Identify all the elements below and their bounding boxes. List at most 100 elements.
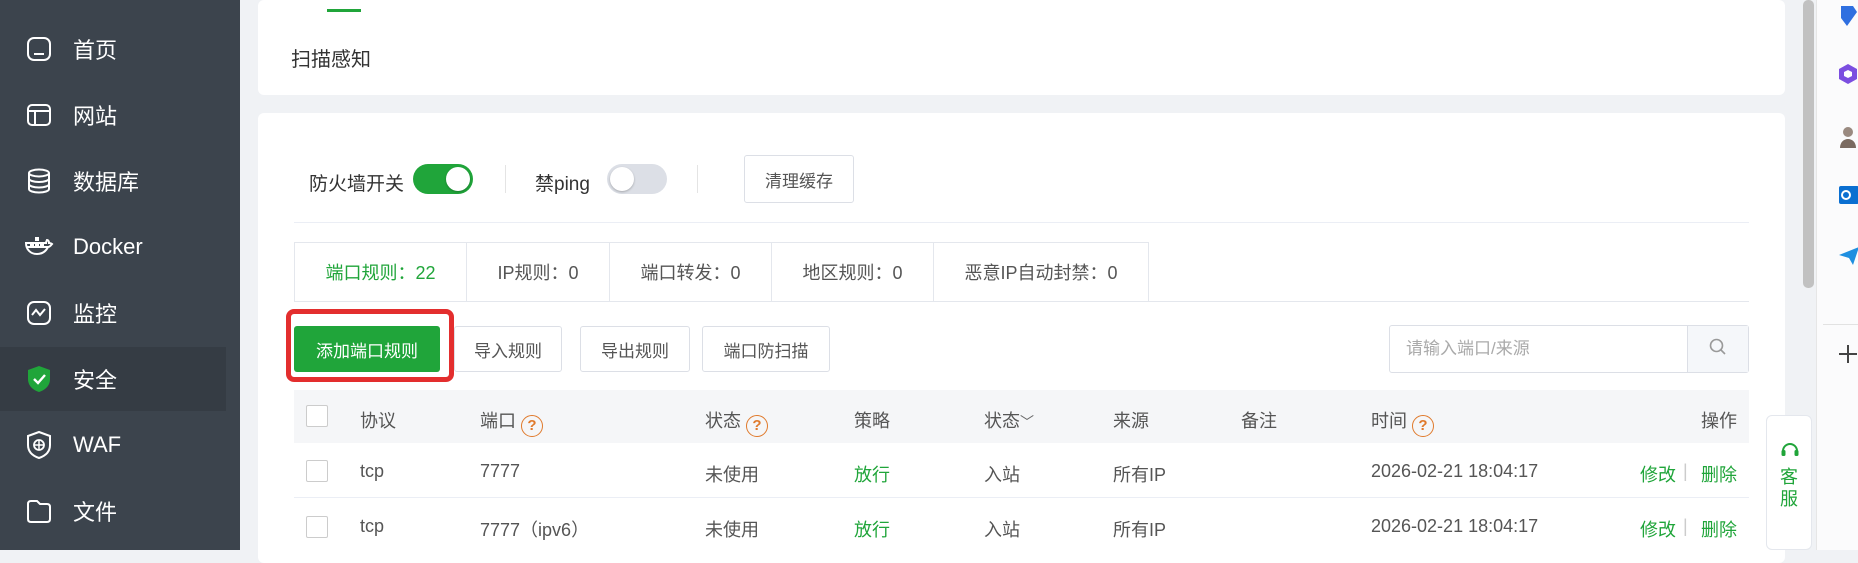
- sidebar-item-label: 网站: [73, 104, 118, 129]
- edit-link[interactable]: 修改: [1640, 516, 1676, 542]
- search-button[interactable]: [1687, 326, 1748, 372]
- col-direction[interactable]: 状态﹀: [984, 407, 1034, 433]
- sidebar: 首页 网站 数据库 Docker 监控 安全 WAF 文件: [0, 0, 240, 550]
- tab-malicious-ip-ban[interactable]: 恶意IP自动封禁：0: [934, 243, 1148, 301]
- divider: [697, 165, 698, 193]
- sidebar-item-label: Docker: [73, 234, 143, 259]
- clear-cache-button[interactable]: 清理缓存: [744, 155, 854, 203]
- sidebar-item-docker[interactable]: Docker: [0, 215, 226, 279]
- ping-switch[interactable]: [607, 164, 667, 194]
- tab-region-rules[interactable]: 地区规则：0: [772, 243, 934, 301]
- row-checkbox[interactable]: [306, 516, 328, 538]
- select-all-checkbox[interactable]: [306, 405, 328, 427]
- sidebar-item-website[interactable]: 网站: [0, 83, 226, 147]
- send-icon[interactable]: [1837, 245, 1858, 272]
- ops-separator: |: [1683, 461, 1688, 481]
- cell-protocol: tcp: [360, 461, 385, 481]
- col-port-label: 端口: [480, 411, 516, 431]
- sidebar-item-waf[interactable]: WAF: [0, 413, 226, 477]
- section-divider: [294, 222, 1749, 223]
- sidebar-item-label: 安全: [73, 368, 118, 393]
- sidebar-item-home[interactable]: 首页: [0, 17, 226, 81]
- help-icon[interactable]: ?: [1412, 414, 1434, 437]
- ops-separator: |: [1683, 516, 1688, 536]
- monitor-icon: [24, 298, 54, 328]
- ping-switch-label: 禁ping: [535, 174, 590, 195]
- sidebar-item-label: WAF: [73, 432, 122, 457]
- cell-time: 2026-02-21 18:04:17: [1371, 516, 1539, 536]
- docker-icon: [24, 232, 54, 262]
- chevron-down-icon: ﹀: [1020, 414, 1034, 430]
- tabs-underline: [294, 301, 1749, 302]
- delete-link[interactable]: 删除: [1701, 516, 1737, 542]
- sidebar-item-monitor[interactable]: 监控: [0, 281, 226, 345]
- sidebar-item-label: 监控: [73, 302, 118, 327]
- database-icon: [24, 166, 54, 196]
- home-icon: [24, 34, 54, 64]
- col-time: 时间?: [1371, 407, 1434, 437]
- search-input[interactable]: [1390, 326, 1688, 372]
- cell-source: 所有IP: [1113, 465, 1167, 485]
- sidebar-item-security[interactable]: 安全: [0, 347, 226, 411]
- switch-knob: [446, 167, 470, 191]
- tab-port-forward[interactable]: 端口转发：0: [610, 243, 772, 301]
- search-icon: [1708, 337, 1728, 362]
- row-checkbox[interactable]: [306, 460, 328, 482]
- cell-status: 未使用: [705, 465, 759, 485]
- col-ops: 操作: [1701, 411, 1737, 431]
- port-anti-scan-button[interactable]: 端口防扫描: [702, 326, 830, 372]
- cell-port: 7777（ipv6）: [480, 520, 590, 540]
- tab-ip-rules[interactable]: IP规则：0: [467, 243, 610, 301]
- cell-policy: 放行: [854, 520, 890, 540]
- firewall-switch-label: 防火墙开关: [309, 174, 405, 195]
- cell-protocol: tcp: [360, 516, 385, 536]
- switch-knob: [610, 167, 634, 191]
- headset-icon: [1779, 439, 1801, 466]
- sidebar-item-files[interactable]: 文件: [0, 479, 226, 543]
- tab-indicator: [327, 9, 361, 12]
- copilot-icon[interactable]: [1837, 62, 1858, 91]
- edit-link[interactable]: 修改: [1640, 461, 1676, 487]
- cell-direction: 入站: [984, 465, 1020, 485]
- search-box: [1389, 325, 1749, 373]
- col-remark: 备注: [1241, 411, 1277, 431]
- cell-port: 7777: [480, 461, 521, 481]
- col-protocol: 协议: [360, 411, 396, 431]
- scan-perception-title: 扫描感知: [291, 49, 371, 71]
- import-rules-button[interactable]: 导入规则: [454, 326, 562, 372]
- col-direction-label: 状态: [984, 411, 1020, 431]
- bookmark-icon[interactable]: [1837, 4, 1858, 33]
- help-icon[interactable]: ?: [746, 414, 768, 437]
- col-status: 状态?: [705, 407, 768, 437]
- export-rules-button[interactable]: 导出规则: [580, 326, 690, 372]
- website-icon: [24, 100, 54, 130]
- sidebar-item-label: 首页: [73, 38, 118, 63]
- cell-direction: 入站: [984, 520, 1020, 540]
- row-divider: [294, 497, 1749, 498]
- customer-service-label: 客服: [1780, 467, 1798, 509]
- profile-icon[interactable]: [1837, 124, 1858, 155]
- scrollbar-thumb[interactable]: [1803, 0, 1814, 288]
- col-source: 来源: [1113, 411, 1149, 431]
- sidebar-item-label: 数据库: [73, 170, 140, 195]
- cell-status: 未使用: [705, 520, 759, 540]
- scan-perception-card: [258, 0, 1785, 95]
- cell-source: 所有IP: [1113, 520, 1167, 540]
- col-status-label: 状态: [705, 411, 741, 431]
- sidebar-item-database[interactable]: 数据库: [0, 149, 226, 213]
- tab-port-rules[interactable]: 端口规则：22: [295, 243, 467, 301]
- toolbar-divider: [1823, 324, 1858, 325]
- firewall-switch[interactable]: [413, 164, 473, 194]
- col-time-label: 时间: [1371, 411, 1407, 431]
- col-port: 端口?: [480, 407, 543, 437]
- outlook-icon[interactable]: [1837, 183, 1858, 212]
- shield-icon: [24, 364, 54, 394]
- folder-icon: [24, 496, 54, 526]
- delete-link[interactable]: 删除: [1701, 461, 1737, 487]
- sidebar-item-label: 文件: [73, 500, 118, 525]
- rule-tabs: 端口规则：22 IP规则：0 端口转发：0 地区规则：0 恶意IP自动封禁：0: [294, 242, 1149, 302]
- divider: [505, 165, 506, 193]
- help-icon[interactable]: ?: [521, 414, 543, 437]
- add-icon[interactable]: [1837, 343, 1858, 370]
- cell-policy: 放行: [854, 465, 890, 485]
